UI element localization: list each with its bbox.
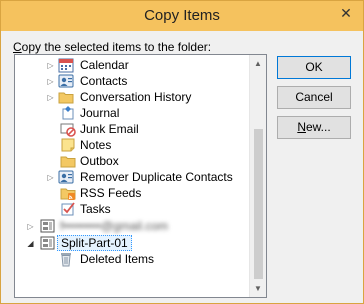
tree-item-label: f•••••••••@gmail.com — [60, 219, 169, 233]
trash-icon — [58, 251, 74, 267]
tree-item-outbox[interactable]: Outbox — [15, 153, 255, 169]
scroll-up-icon[interactable]: ▲ — [250, 55, 266, 72]
tree-item-contacts[interactable]: ▷ Contacts — [15, 73, 255, 89]
copy-items-dialog: Copy Items ✕ Copy the selected items to … — [0, 0, 364, 304]
ok-button[interactable]: OK — [277, 56, 351, 79]
tree-item-split-part-01[interactable]: ◢ Split-Part-01 — [15, 235, 255, 251]
close-icon: ✕ — [340, 5, 352, 21]
vertical-scrollbar[interactable]: ▲ ▼ — [249, 55, 266, 297]
tree-item-label: Tasks — [80, 202, 111, 216]
scrollbar-thumb[interactable] — [254, 129, 263, 279]
cancel-button[interactable]: Cancel — [277, 86, 351, 109]
folder-tree[interactable]: ▷ Calendar ▷ Contacts ▷ Conversation His… — [14, 54, 267, 298]
outbox-icon — [60, 153, 76, 169]
collapse-arrow-icon[interactable]: ◢ — [26, 239, 35, 248]
new-accelerator: N — [297, 120, 306, 134]
contacts-icon — [58, 73, 74, 89]
expand-arrow-icon[interactable]: ▷ — [46, 77, 55, 86]
new-button-text: ew... — [305, 120, 331, 134]
tree-item-label: Junk Email — [80, 122, 139, 136]
tree-item-label: Conversation History — [80, 90, 192, 104]
tree-item-notes[interactable]: Notes — [15, 137, 255, 153]
contacts-icon — [58, 169, 74, 185]
tree-item-label: Contacts — [80, 74, 128, 88]
title-bar[interactable]: Copy Items ✕ — [1, 1, 363, 31]
tree-item-junk-email[interactable]: Junk Email — [15, 121, 255, 137]
journal-icon — [60, 105, 76, 121]
tree-item-label: Remover Duplicate Contacts — [80, 170, 233, 184]
tree-item-label: RSS Feeds — [80, 186, 142, 200]
tree-item-label: Journal — [80, 106, 120, 120]
new-folder-button[interactable]: New... — [277, 116, 351, 139]
mailbox-icon — [40, 218, 56, 234]
tree-item-deleted-items[interactable]: Deleted Items — [15, 251, 255, 267]
expand-arrow-icon[interactable]: ▷ — [46, 93, 55, 102]
mailbox-icon — [40, 235, 56, 251]
expand-arrow-icon[interactable]: ▷ — [46, 61, 55, 70]
tree-item-label: Calendar — [80, 58, 129, 72]
tree-item-label: Notes — [80, 138, 112, 152]
rss-icon — [60, 185, 76, 201]
expand-arrow-icon[interactable]: ▷ — [26, 222, 35, 231]
expand-arrow-icon[interactable]: ▷ — [46, 173, 55, 182]
close-button[interactable]: ✕ — [335, 3, 357, 23]
calendar-icon — [58, 57, 74, 73]
tree-item-tasks[interactable]: Tasks — [15, 201, 255, 217]
tree-item-label: Outbox — [80, 154, 119, 168]
tree-item-calendar[interactable]: ▷ Calendar — [15, 57, 255, 73]
tree-item-gmail-account[interactable]: ▷ f•••••••••@gmail.com — [15, 218, 255, 234]
folder-icon — [58, 89, 74, 105]
dialog-title: Copy Items — [144, 7, 220, 24]
tree-item-rss-feeds[interactable]: RSS Feeds — [15, 185, 255, 201]
tree-item-conversation-history[interactable]: ▷ Conversation History — [15, 89, 255, 105]
notes-icon — [60, 137, 76, 153]
tree-item-journal[interactable]: Journal — [15, 105, 255, 121]
tree-item-label: Deleted Items — [80, 252, 155, 266]
tasks-icon — [60, 201, 76, 217]
scroll-down-icon[interactable]: ▼ — [250, 280, 266, 297]
tree-item-remover-duplicate-contacts[interactable]: ▷ Remover Duplicate Contacts — [15, 169, 255, 185]
prompt-accelerator: C — [13, 40, 22, 54]
prompt-text: opy the selected items to the folder: — [21, 40, 212, 54]
folder-prompt-label: Copy the selected items to the folder: — [13, 40, 211, 54]
tree-item-label: Split-Part-01 — [57, 235, 132, 251]
dialog-body: Copy the selected items to the folder: ▷… — [1, 31, 363, 303]
junk-email-icon — [60, 121, 76, 137]
